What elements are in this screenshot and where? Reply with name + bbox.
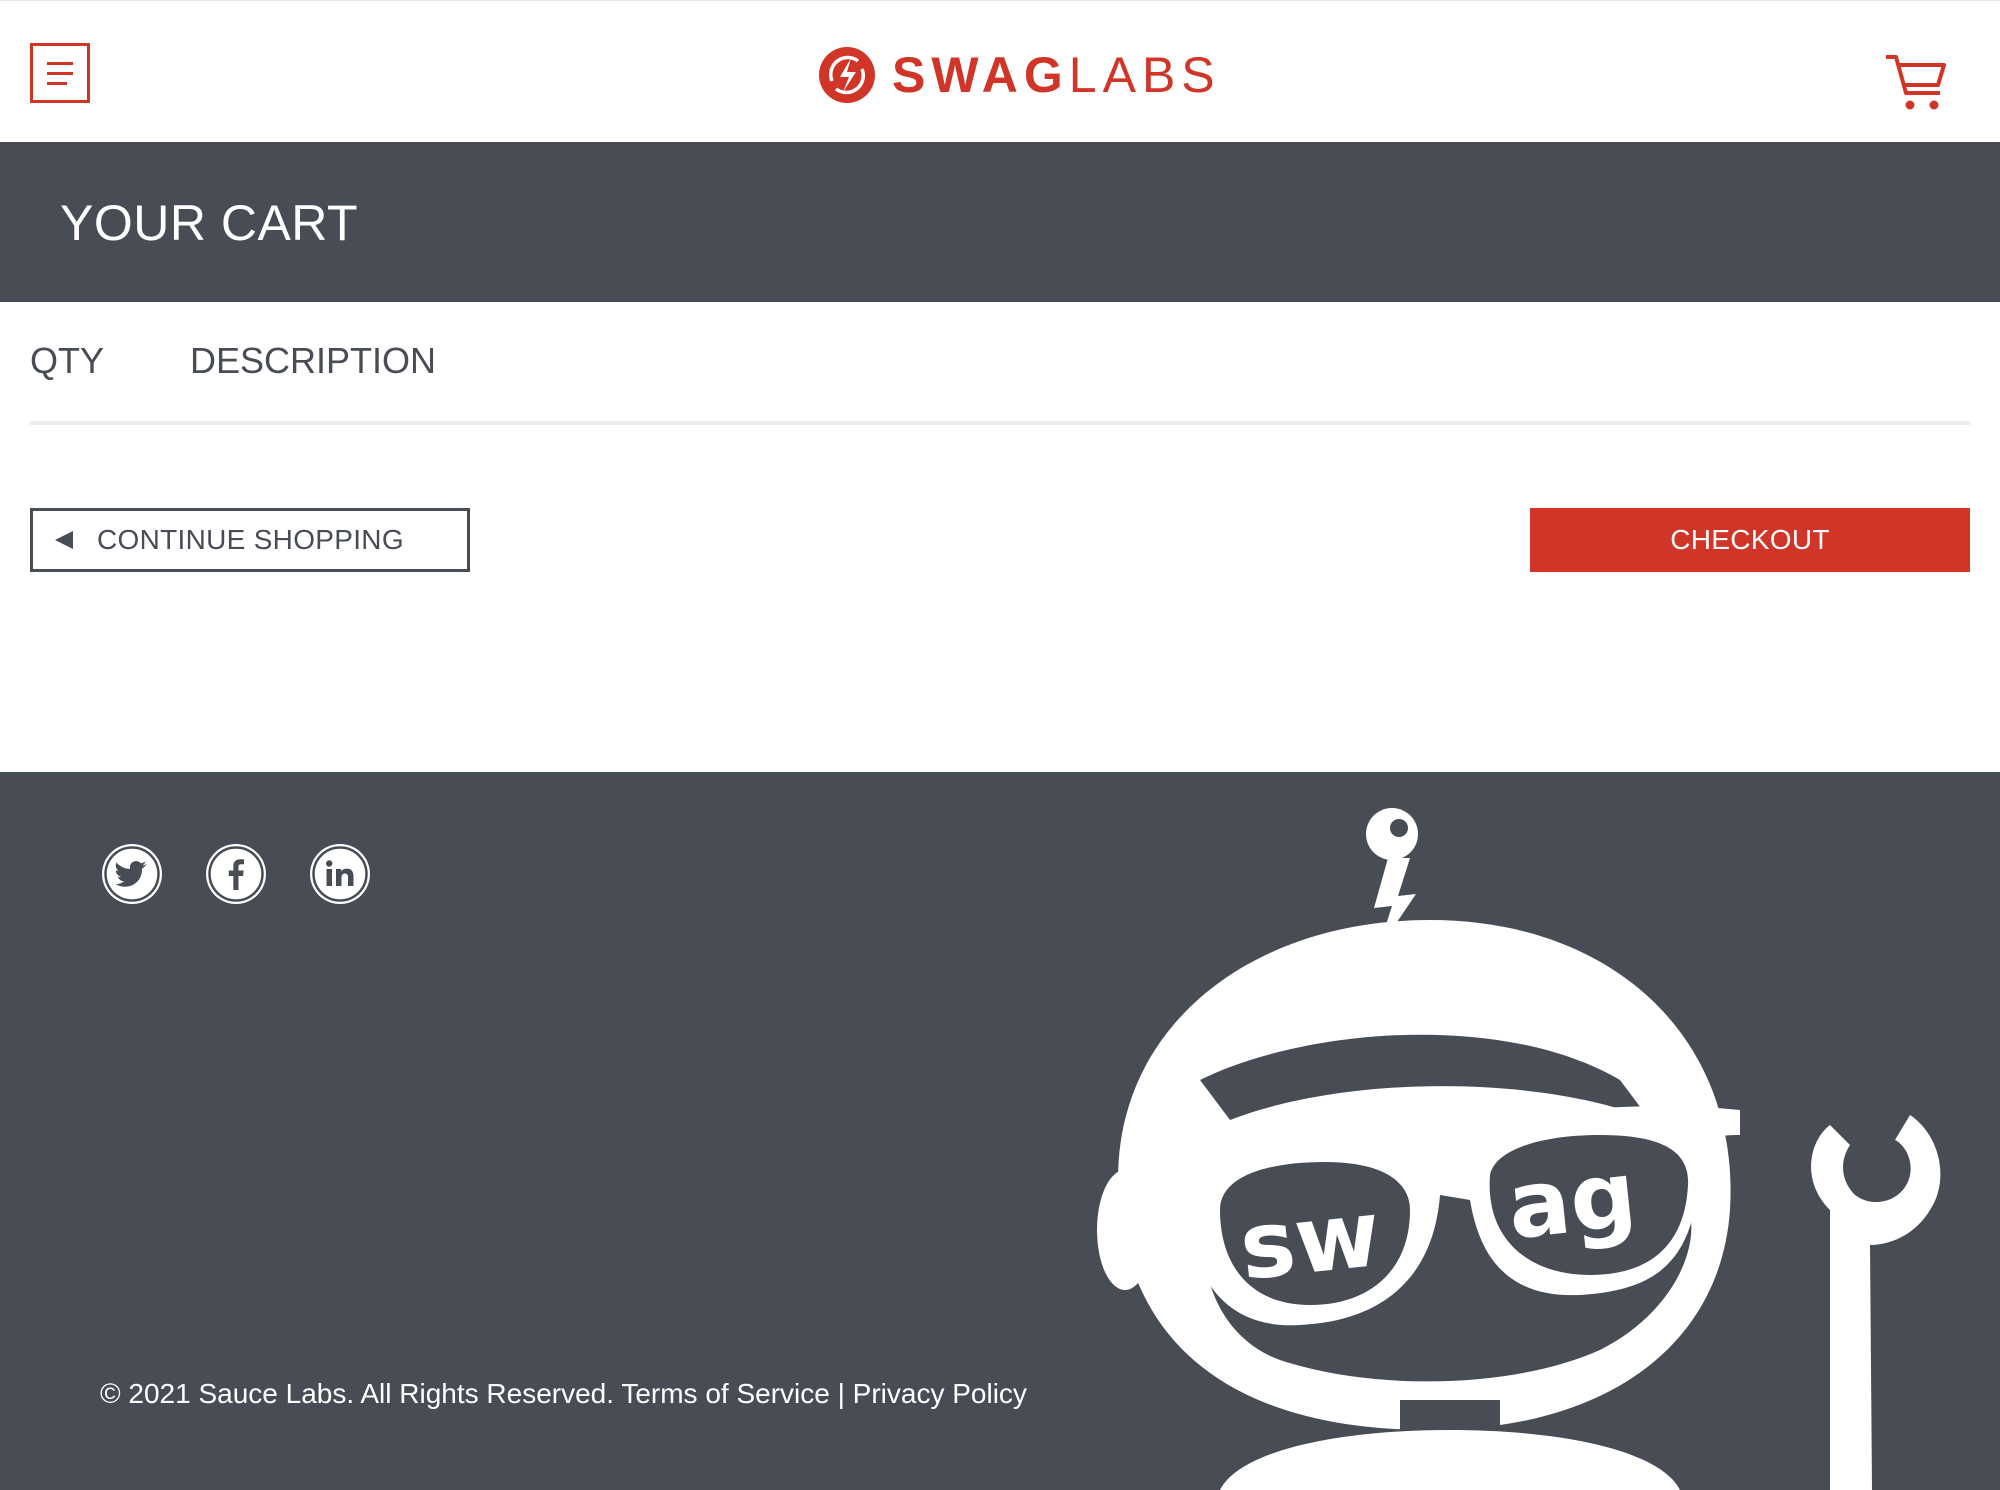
facebook-link[interactable]	[204, 842, 268, 906]
shopping-cart-button[interactable]	[1882, 51, 1950, 113]
cart-list-header: QTY DESCRIPTION	[30, 340, 1970, 425]
hamburger-menu-icon	[47, 61, 73, 65]
back-arrow-icon	[55, 531, 73, 549]
logo-bolt-icon	[819, 47, 875, 103]
continue-shopping-button[interactable]: CONTINUE SHOPPING	[30, 508, 470, 572]
copyright-text: © 2021 Sauce Labs. All Rights Reserved.	[100, 1378, 615, 1409]
continue-shopping-label: CONTINUE SHOPPING	[97, 524, 404, 555]
menu-button[interactable]	[30, 43, 90, 103]
linkedin-link[interactable]	[308, 842, 372, 906]
checkout-label: CHECKOUT	[1670, 524, 1830, 555]
app-header: SWAGLABS	[0, 0, 2000, 142]
privacy-policy-link[interactable]: Privacy Policy	[853, 1378, 1027, 1409]
robot-glasses-right-text: ag	[1503, 1140, 1641, 1260]
logo-text-bold: SWAG	[892, 47, 1069, 103]
footer: sw ag © 2021 Sauce Labs. All Rights Rese…	[0, 772, 2000, 1490]
page-title: YOUR CART	[60, 195, 359, 251]
twitter-icon	[102, 844, 162, 904]
footer-separator: |	[837, 1378, 845, 1409]
title-bar: YOUR CART	[0, 142, 2000, 302]
footer-copyright: © 2021 Sauce Labs. All Rights Reserved. …	[100, 1378, 1027, 1410]
swag-labs-logo: SWAGLABS	[818, 45, 1221, 105]
qty-column-header: QTY	[30, 340, 105, 381]
facebook-icon	[206, 844, 266, 904]
shopping-cart-icon	[1886, 55, 1946, 110]
description-column-header: DESCRIPTION	[190, 340, 437, 381]
twitter-link[interactable]	[100, 842, 164, 906]
robot-glasses-left-text: sw	[1235, 1180, 1385, 1301]
terms-of-service-link[interactable]: Terms of Service	[621, 1378, 830, 1409]
logo-text: SWAGLABS	[892, 50, 1221, 100]
logo-text-light: LABS	[1068, 47, 1221, 103]
hamburger-line	[47, 71, 73, 75]
swag-bot-mascot-image: sw ag	[1097, 808, 1941, 1490]
hamburger-line	[47, 81, 67, 85]
checkout-button[interactable]: CHECKOUT	[1530, 508, 1970, 572]
linkedin-icon	[310, 844, 370, 904]
